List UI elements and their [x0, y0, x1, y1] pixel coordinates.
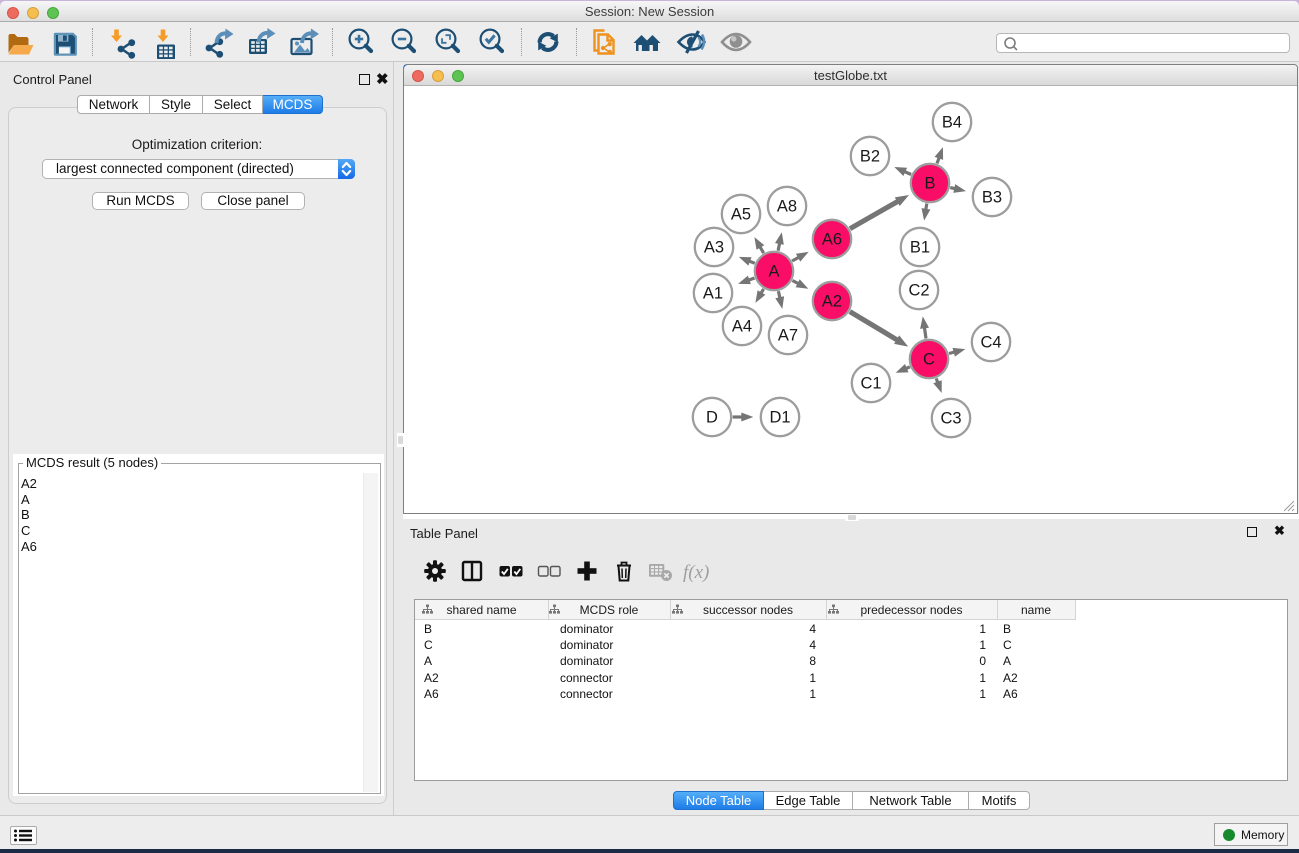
svg-text:A3: A3: [704, 239, 724, 257]
svg-text:B: B: [924, 175, 935, 193]
svg-text:A5: A5: [731, 206, 751, 224]
svg-text:D: D: [706, 409, 718, 427]
svg-text:C2: C2: [908, 282, 929, 300]
svg-text:B2: B2: [860, 148, 880, 166]
svg-text:C4: C4: [980, 334, 1001, 352]
svg-text:D1: D1: [769, 409, 790, 427]
svg-text:A1: A1: [703, 285, 723, 303]
svg-text:B3: B3: [982, 189, 1002, 207]
svg-text:A7: A7: [778, 327, 798, 345]
svg-text:C3: C3: [940, 410, 961, 428]
svg-text:A2: A2: [822, 293, 842, 311]
svg-text:B1: B1: [910, 239, 930, 257]
svg-text:A8: A8: [777, 198, 797, 216]
svg-text:C1: C1: [860, 375, 881, 393]
svg-text:C: C: [923, 351, 935, 369]
svg-text:B4: B4: [942, 114, 962, 132]
svg-text:A: A: [768, 263, 779, 281]
svg-text:A6: A6: [822, 231, 842, 249]
svg-text:A4: A4: [732, 318, 752, 336]
